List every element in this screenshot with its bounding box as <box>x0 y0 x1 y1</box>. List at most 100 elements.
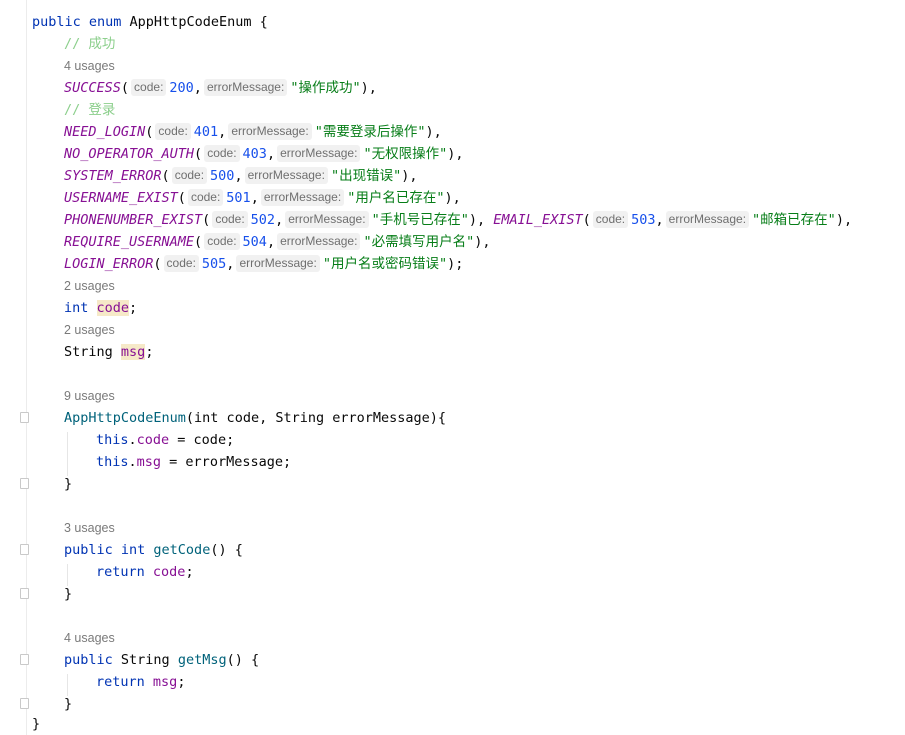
string-token: "用户名已存在" <box>347 190 445 206</box>
code-line-need-login[interactable]: NEED_LOGIN(code: 401, errorMessage: "需要登录后操… <box>64 121 442 143</box>
param-hint-errormessage: errorMessage: <box>260 189 345 206</box>
code-line-return-code[interactable]: return code; <box>96 561 194 583</box>
enum-constant-token: NO_OPERATOR_AUTH <box>64 146 195 162</box>
code-line-username-exist[interactable]: USERNAME_EXIST(code: 501, errorMessage: "用户… <box>64 187 461 209</box>
usages-hint[interactable]: 9 usages <box>64 385 115 407</box>
method-name-token: AppHttpCodeEnum <box>64 410 186 426</box>
code-line-enum-declaration[interactable]: public enum AppHttpCodeEnum { <box>32 11 268 33</box>
field-token: msg <box>152 674 178 690</box>
fold-marker-icon[interactable] <box>20 478 29 489</box>
code-line-close-brace[interactable]: } <box>64 473 72 495</box>
code-line-close-brace[interactable]: } <box>64 693 72 715</box>
params-token: (int code, String errorMessage){ <box>185 410 447 426</box>
string-token: "手机号已存在" <box>371 212 469 228</box>
field-token: code <box>136 432 170 448</box>
code-line-getcode[interactable]: public int getCode() { <box>64 539 243 561</box>
param-hint-code: code: <box>212 211 248 228</box>
code-line-no-operator-auth[interactable]: NO_OPERATOR_AUTH(code: 403, errorMessage: "… <box>64 143 463 165</box>
code-token: () { <box>210 542 243 558</box>
code-line-login-error[interactable]: LOGIN_ERROR(code: 505, errorMessage: "用户名或密… <box>64 253 463 275</box>
field-token: msg <box>120 344 146 360</box>
brace-token: { <box>251 14 268 30</box>
code-line-field-code[interactable]: int code; <box>64 297 137 319</box>
param-hint-errormessage: errorMessage: <box>228 123 312 140</box>
string-token: "出现错误" <box>330 168 402 184</box>
type-token: String <box>64 344 113 360</box>
keyword-token: int <box>64 300 89 316</box>
number-token: 503 <box>631 212 656 228</box>
enum-constant-token: USERNAME_EXIST <box>64 190 178 206</box>
fold-marker-icon[interactable] <box>20 588 29 599</box>
enum-constant-token: REQUIRE_USERNAME <box>64 234 195 250</box>
enum-constant-token: NEED_LOGIN <box>64 124 146 140</box>
fold-marker-icon[interactable] <box>20 698 29 709</box>
param-hint-errormessage: errorMessage: <box>285 211 369 228</box>
code-line-getmsg[interactable]: public String getMsg() { <box>64 649 259 671</box>
param-hint-code: code: <box>155 123 191 140</box>
string-token: "无权限操作" <box>363 146 448 162</box>
string-token: "用户名或密码错误" <box>322 256 448 272</box>
code-line-field-msg[interactable]: String msg; <box>64 341 153 363</box>
comment-login: // 登录 <box>64 102 116 118</box>
keyword-token: this <box>96 454 129 470</box>
indent-guide <box>67 432 68 476</box>
fold-marker-icon[interactable] <box>20 654 29 665</box>
usages-hint[interactable]: 3 usages <box>64 517 115 539</box>
usages-hint[interactable]: 2 usages <box>64 319 115 341</box>
code-line-ctor-assign-code[interactable]: this.code = code; <box>96 429 234 451</box>
code-line-ctor-assign-msg[interactable]: this.msg = errorMessage; <box>96 451 291 473</box>
fold-marker-icon[interactable] <box>20 412 29 423</box>
method-name-token: getCode <box>153 542 211 558</box>
enum-constant-token: EMAIL_EXIST <box>493 212 583 228</box>
number-token: 401 <box>193 124 219 140</box>
enum-constant-token: SYSTEM_ERROR <box>64 168 162 184</box>
code-line-success[interactable]: SUCCESS(code: 200, errorMessage: "操作成功"), <box>64 77 377 99</box>
usages-hint[interactable]: 4 usages <box>64 627 115 649</box>
type-token: String <box>112 652 178 668</box>
number-token: 502 <box>250 212 276 228</box>
code-line-return-msg[interactable]: return msg; <box>96 671 185 693</box>
param-hint-code: code: <box>592 211 629 228</box>
number-token: 403 <box>242 146 267 162</box>
param-hint-code: code: <box>163 255 199 272</box>
string-token: "必需填写用户名" <box>363 234 475 250</box>
field-token: code <box>152 564 186 580</box>
code-editor[interactable]: public enum AppHttpCodeEnum { // 成功 4 us… <box>0 0 905 735</box>
param-hint-code: code: <box>204 233 240 250</box>
code-line-enum-close-brace[interactable]: } <box>32 713 40 735</box>
enum-constant-token: SUCCESS <box>64 80 121 96</box>
param-hint-errormessage: errorMessage: <box>665 211 750 228</box>
usages-hint[interactable]: 2 usages <box>64 275 115 297</box>
param-hint-code: code: <box>187 189 224 206</box>
keyword-token: public <box>64 652 113 668</box>
number-token: 504 <box>242 234 267 250</box>
param-hint-code: code: <box>131 79 167 96</box>
usages-hint[interactable]: 4 usages <box>64 55 115 77</box>
code-line-require-username[interactable]: REQUIRE_USERNAME(code: 504, errorMessage: "… <box>64 231 490 253</box>
fold-marker-icon[interactable] <box>20 544 29 555</box>
keyword-token: return <box>96 674 145 690</box>
string-token: "需要登录后操作" <box>314 124 426 140</box>
keyword-token: public int <box>64 542 146 558</box>
code-token: ; <box>177 674 186 690</box>
keyword-token: public enum <box>32 14 122 30</box>
code-token: () { <box>226 652 260 668</box>
field-token: code <box>96 300 130 316</box>
comment-success: // 成功 <box>64 36 116 52</box>
param-hint-errormessage: errorMessage: <box>236 255 320 272</box>
param-hint-errormessage: errorMessage: <box>277 145 361 162</box>
code-line-constructor[interactable]: AppHttpCodeEnum(int code, String errorMe… <box>64 407 446 429</box>
string-token: "操作成功" <box>290 80 361 96</box>
enum-constant-token: LOGIN_ERROR <box>64 256 154 272</box>
code-line-system-error[interactable]: SYSTEM_ERROR(code: 500, errorMessage: "出现错误… <box>64 165 417 187</box>
keyword-token: this <box>96 432 129 448</box>
code-line-phonenumber-email-exist[interactable]: PHONENUMBER_EXIST(code: 502, errorMessage:… <box>64 209 852 231</box>
method-name-token: getMsg <box>177 652 227 668</box>
number-token: 505 <box>201 256 227 272</box>
param-hint-errormessage: errorMessage: <box>244 167 328 184</box>
editor-gutter[interactable] <box>0 0 29 735</box>
string-token: "邮箱已存在" <box>752 212 836 228</box>
code-line-close-brace[interactable]: } <box>64 583 72 605</box>
number-token: 500 <box>210 168 235 184</box>
enum-constant-token: PHONENUMBER_EXIST <box>64 212 203 228</box>
